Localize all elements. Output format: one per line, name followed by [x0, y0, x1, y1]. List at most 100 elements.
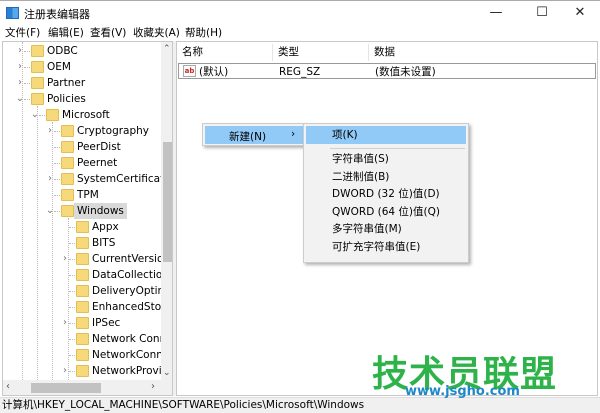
- value-type: REG_SZ: [279, 66, 321, 78]
- minimize-button[interactable]: —: [476, 3, 516, 23]
- column-header-data[interactable]: 数据: [369, 44, 597, 61]
- tree-connector: [54, 195, 60, 196]
- close-button[interactable]: ✕: [560, 3, 600, 23]
- submenu-item-qword-value[interactable]: QWORD (64 位)值(Q): [306, 203, 466, 221]
- tree-vertical-scroll-thumb[interactable]: [163, 142, 172, 262]
- menu-edit[interactable]: 编辑(E): [48, 25, 84, 40]
- tree-item[interactable]: › CurrentVersion: [3, 251, 170, 267]
- title-bar: 注册表编辑器 — ☐ ✕: [0, 0, 600, 22]
- value-data: (数值未设置): [375, 66, 436, 78]
- tree-item-label: ODBC: [47, 45, 78, 57]
- tree-item-label: PeerDist: [77, 141, 121, 153]
- status-bar: 计算机\HKEY_LOCAL_MACHINE\SOFTWARE\Policies…: [0, 397, 600, 413]
- tree-item[interactable]: › ODBC: [3, 43, 161, 59]
- folder-icon: [31, 77, 44, 89]
- tree-connector: [54, 163, 60, 164]
- tree-item[interactable]: › OEM: [3, 59, 161, 75]
- tree-item-label: SystemCertificates: [77, 173, 173, 185]
- chevron-right-icon[interactable]: ›: [15, 43, 25, 59]
- scroll-left-icon[interactable]: ‹: [6, 381, 10, 392]
- tree-guide-line: [68, 218, 69, 380]
- tree-item[interactable]: › Cryptography: [3, 123, 161, 139]
- chevron-down-icon[interactable]: ⌄: [15, 91, 25, 107]
- folder-icon: [76, 285, 89, 297]
- tree-connector: [69, 339, 75, 340]
- chevron-down-icon[interactable]: ⌄: [45, 203, 55, 219]
- regedit-app-icon: [6, 7, 19, 19]
- menu-view[interactable]: 查看(V): [90, 25, 126, 40]
- tree-item[interactable]: ⌄ Microsoft: [3, 107, 161, 123]
- tree-item[interactable]: › IPSec: [3, 315, 161, 331]
- tree-connector: [54, 147, 60, 148]
- tree-connector: [69, 275, 75, 276]
- tree-connector: [69, 291, 75, 292]
- tree-item[interactable]: EnhancedStorage: [3, 299, 172, 315]
- submenu-item-binary-value[interactable]: 二进制值(B): [306, 168, 466, 186]
- menu-item-new[interactable]: 新建(N) ›: [205, 126, 303, 144]
- tree-horizontal-scroll-thumb[interactable]: [31, 383, 101, 393]
- folder-icon: [61, 157, 74, 169]
- column-header-type[interactable]: 类型: [273, 44, 369, 61]
- tree-item[interactable]: DeliveryOptimization: [3, 283, 172, 299]
- column-header-name[interactable]: 名称: [177, 44, 273, 61]
- tree-item[interactable]: Appx: [3, 219, 161, 235]
- menu-favorites[interactable]: 收藏夹(A): [133, 25, 180, 40]
- menu-file[interactable]: 文件(F): [5, 25, 40, 40]
- tree-item-label: Policies: [47, 93, 86, 105]
- submenu-item-key[interactable]: 项(K): [306, 126, 466, 144]
- string-value-icon: ab: [183, 65, 196, 77]
- tree-item[interactable]: ⌄ Windows: [3, 203, 161, 219]
- menu-bar: 文件(F) 编辑(E) 查看(V) 收藏夹(A) 帮助(H): [0, 22, 600, 41]
- tree-item[interactable]: Network Connections: [3, 331, 172, 347]
- folder-icon: [76, 269, 89, 281]
- tree-item[interactable]: DataCollection: [3, 267, 169, 283]
- submenu-item-dword-value[interactable]: DWORD (32 位)值(D): [306, 185, 466, 203]
- scroll-up-icon[interactable]: ⌃: [163, 44, 171, 54]
- tree-item-label: Appx: [92, 221, 119, 233]
- tree-item-label: Microsoft: [62, 109, 110, 121]
- tree-item-label: Peernet: [77, 157, 118, 169]
- folder-icon: [31, 93, 44, 105]
- tree-guide-line: [22, 42, 23, 380]
- tree-item[interactable]: BITS: [3, 235, 161, 251]
- chevron-right-icon[interactable]: ›: [15, 75, 25, 91]
- folder-icon: [76, 317, 89, 329]
- tree-item[interactable]: › SystemCertificates: [3, 171, 172, 187]
- scroll-down-icon[interactable]: ⌄: [163, 368, 171, 378]
- folder-icon: [61, 205, 74, 217]
- tree-item[interactable]: NetworkConnectivity: [3, 347, 172, 363]
- submenu-item-multi-string-value[interactable]: 多字符串值(M): [306, 220, 466, 238]
- tree-item[interactable]: PeerDist: [3, 139, 161, 155]
- tree-item[interactable]: › Partner: [3, 75, 161, 91]
- folder-icon: [31, 45, 44, 57]
- folder-icon: [46, 109, 59, 121]
- folder-icon: [76, 221, 89, 233]
- new-submenu: 项(K) 字符串值(S) 二进制值(B) DWORD (32 位)值(D) QW…: [303, 123, 469, 263]
- tree-connector: [69, 355, 75, 356]
- folder-icon: [76, 333, 89, 345]
- tree-item[interactable]: TPM: [3, 187, 161, 203]
- tree-item-label: IPSec: [92, 317, 121, 329]
- folder-icon: [76, 253, 89, 265]
- folder-icon: [61, 173, 74, 185]
- folder-icon: [61, 141, 74, 153]
- tree-item[interactable]: › NetworkProvider: [3, 363, 172, 379]
- maximize-button[interactable]: ☐: [522, 3, 562, 23]
- tree-item[interactable]: ⌄ Policies: [3, 91, 161, 107]
- folder-icon: [61, 189, 74, 201]
- menu-help[interactable]: 帮助(H): [185, 25, 222, 40]
- chevron-right-icon[interactable]: ›: [45, 171, 55, 187]
- submenu-item-string-value[interactable]: 字符串值(S): [306, 150, 466, 168]
- submenu-item-expandable-string-value[interactable]: 可扩充字符串值(E): [306, 238, 466, 256]
- tree-item-label: Cryptography: [77, 125, 150, 137]
- value-row[interactable]: ab (默认) REG_SZ (数值未设置): [178, 63, 596, 79]
- tree-item[interactable]: Peernet: [3, 155, 161, 171]
- registry-tree[interactable]: › ODBC › OEM › Partner ⌄ Policies ⌄ Microsoft › Cry…: [2, 41, 173, 396]
- chevron-right-icon[interactable]: ›: [15, 59, 25, 75]
- tree-item-label: Partner: [47, 77, 86, 89]
- folder-icon: [76, 349, 89, 361]
- chevron-right-icon[interactable]: ›: [45, 123, 55, 139]
- scroll-right-icon[interactable]: ›: [151, 381, 155, 392]
- tree-item-label: CurrentVersion: [92, 253, 171, 265]
- chevron-down-icon[interactable]: ⌄: [30, 107, 40, 123]
